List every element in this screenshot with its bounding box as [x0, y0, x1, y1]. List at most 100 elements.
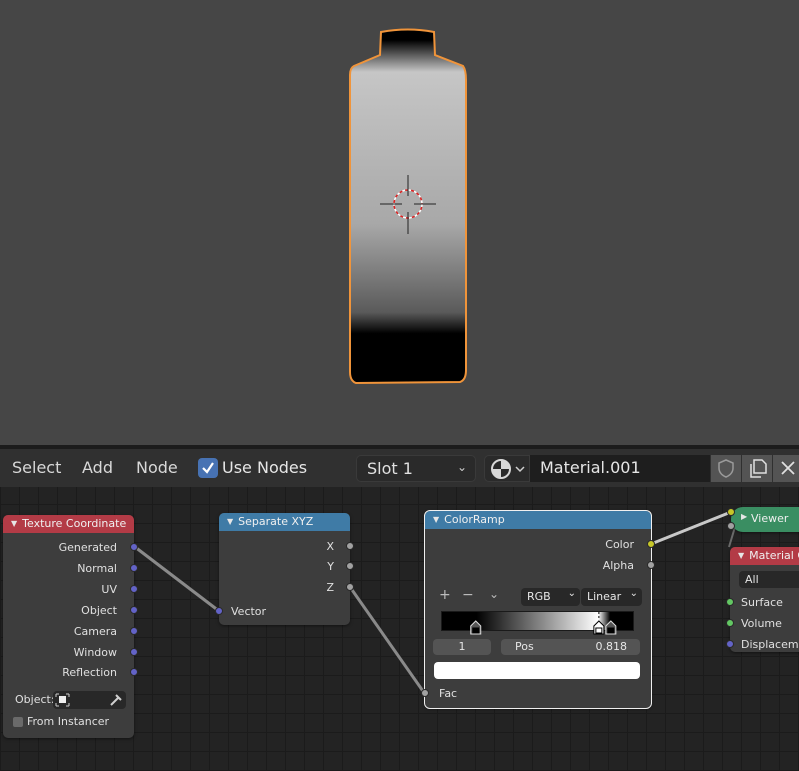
- material-selector: Material.001: [484, 455, 799, 482]
- eyedropper-icon: [110, 694, 122, 706]
- socket-y[interactable]: [346, 562, 354, 570]
- stop-position-field[interactable]: Pos 0.818: [501, 639, 640, 655]
- node-texture-coordinate[interactable]: ▼ Texture Coordinate Generated Normal UV …: [3, 515, 138, 738]
- socket-color[interactable]: [647, 540, 655, 548]
- socket-generated[interactable]: [130, 543, 138, 551]
- menu-add[interactable]: Add: [82, 458, 113, 477]
- slot-value: Slot 1: [367, 459, 413, 478]
- socket-label-object: Object: [81, 604, 117, 617]
- node-header[interactable]: ▼ Texture Coordinate: [3, 515, 134, 533]
- node-material-output[interactable]: ▼ Material Output All Surface Volume Disp…: [726, 547, 799, 652]
- ramp-specials-chevron-icon[interactable]: ⌄: [489, 587, 499, 601]
- node-header[interactable]: ▼ ColorRamp: [425, 511, 651, 529]
- add-stop-button[interactable]: +: [439, 587, 451, 603]
- chevron-down-icon: ⌄: [456, 460, 467, 474]
- node-title: ColorRamp: [444, 513, 505, 526]
- from-instancer-label: From Instancer: [27, 715, 110, 728]
- pos-value: 0.818: [595, 640, 628, 653]
- color-stop-handle[interactable]: [593, 612, 605, 635]
- expand-triangle-icon[interactable]: ▶: [741, 512, 747, 521]
- duplicate-icon: [750, 459, 767, 478]
- node-header[interactable]: ▼ Material Output: [730, 547, 799, 565]
- close-icon: [781, 461, 795, 475]
- socket-viewer-alpha[interactable]: [727, 522, 735, 530]
- node-canvas[interactable]: ▼ Texture Coordinate Generated Normal UV …: [0, 487, 799, 771]
- socket-label-y: Y: [327, 560, 334, 573]
- socket-surface[interactable]: [726, 598, 734, 606]
- socket-label-window: Window: [73, 646, 117, 659]
- socket-window[interactable]: [130, 648, 138, 656]
- collapse-triangle-icon[interactable]: ▼: [227, 517, 233, 526]
- color-mode-dropdown[interactable]: RGB ⌄: [521, 588, 580, 606]
- 3d-viewport[interactable]: [0, 0, 799, 445]
- blender-window: Select Add Node Use Nodes Slot 1 ⌄ Mater…: [0, 0, 799, 771]
- remove-stop-button[interactable]: −: [462, 587, 474, 603]
- collapse-triangle-icon[interactable]: ▼: [433, 515, 439, 524]
- node-title: Texture Coordinate: [22, 517, 127, 530]
- unlink-material-button[interactable]: [773, 455, 799, 482]
- object-picker-field[interactable]: [53, 691, 126, 709]
- material-sphere-icon: [491, 459, 525, 479]
- socket-fac[interactable]: [421, 689, 429, 697]
- socket-label-fac: Fac: [439, 687, 458, 700]
- node-title: Separate XYZ: [238, 515, 314, 528]
- chevron-down-icon: ⌄: [629, 588, 638, 599]
- node-separate-xyz[interactable]: ▼ Separate XYZ X Y Z Vector: [215, 513, 354, 625]
- socket-label-uv: UV: [101, 583, 117, 596]
- socket-label-alpha: Alpha: [602, 559, 634, 572]
- active-stop-color-swatch[interactable]: [434, 662, 640, 679]
- node-viewer[interactable]: ▶ Viewer: [727, 507, 799, 532]
- from-instancer-checkbox[interactable]: [13, 717, 23, 727]
- socket-x[interactable]: [346, 542, 354, 550]
- use-nodes-label: Use Nodes: [222, 458, 308, 477]
- color-mode-value: RGB: [527, 590, 551, 603]
- bottle-object[interactable]: [349, 28, 467, 385]
- link-viewer-surface: [728, 526, 736, 548]
- socket-uv[interactable]: [130, 585, 138, 593]
- node-header[interactable]: ▼ Separate XYZ: [219, 513, 350, 531]
- collapse-triangle-icon[interactable]: ▼: [11, 519, 17, 528]
- active-stop-index-field[interactable]: 1: [433, 639, 491, 655]
- slot-dropdown[interactable]: Slot 1 ⌄: [356, 455, 476, 482]
- color-stop-handle[interactable]: [605, 620, 617, 635]
- link-z-fac: [348, 586, 427, 695]
- object-icon: [55, 693, 122, 707]
- socket-label-displacement: Displacement: [741, 638, 799, 651]
- shield-icon: [718, 459, 734, 478]
- menu-select[interactable]: Select: [12, 458, 61, 477]
- menu-node[interactable]: Node: [136, 458, 178, 477]
- socket-viewer-color[interactable]: [727, 508, 735, 516]
- color-stops: [470, 612, 617, 635]
- node-colorramp[interactable]: ▼ ColorRamp Color Alpha + − ⌄ RGB ⌄ Linea…: [421, 510, 655, 709]
- node-title: Viewer: [751, 512, 789, 525]
- socket-label-normal: Normal: [77, 562, 117, 575]
- socket-camera[interactable]: [130, 627, 138, 635]
- socket-displacement[interactable]: [726, 640, 734, 648]
- duplicate-material-button[interactable]: [742, 455, 772, 482]
- color-stop-handle[interactable]: [470, 620, 482, 635]
- socket-vector[interactable]: [215, 607, 223, 615]
- material-name-field[interactable]: Material.001: [530, 455, 710, 482]
- socket-label-reflection: Reflection: [62, 666, 117, 679]
- material-browse-button[interactable]: [484, 455, 530, 482]
- fake-user-button[interactable]: [711, 455, 741, 482]
- pos-label: Pos: [515, 640, 534, 653]
- socket-object[interactable]: [130, 606, 138, 614]
- viewport-render: [349, 28, 467, 385]
- object-field-label: Object:: [15, 693, 55, 706]
- socket-label-vector: Vector: [231, 605, 267, 618]
- socket-reflection[interactable]: [130, 668, 138, 676]
- socket-normal[interactable]: [130, 564, 138, 572]
- socket-label-surface: Surface: [741, 596, 783, 609]
- interpolation-dropdown[interactable]: Linear ⌄: [581, 588, 642, 606]
- socket-volume[interactable]: [726, 619, 734, 627]
- collapse-triangle-icon[interactable]: ▼: [738, 551, 744, 560]
- socket-label-volume: Volume: [741, 617, 782, 630]
- socket-z[interactable]: [346, 583, 354, 591]
- socket-alpha[interactable]: [647, 561, 655, 569]
- use-nodes-checkbox[interactable]: [198, 458, 218, 478]
- chevron-down-icon: ⌄: [567, 588, 576, 599]
- link-generated-vector: [134, 545, 220, 613]
- socket-label-x: X: [326, 540, 334, 553]
- target-dropdown[interactable]: All: [739, 571, 799, 588]
